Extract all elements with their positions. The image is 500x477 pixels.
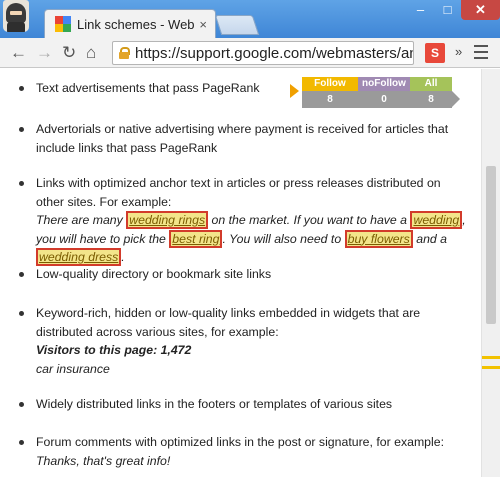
list-item: Low-quality directory or bookmark site l… [19,265,472,284]
keyword-link[interactable]: best ring [169,229,223,248]
list-item-text: Widely distributed links in the footers … [36,397,393,411]
list-item-text: Forum comments with optimized links in t… [36,435,445,449]
vertical-scrollbar[interactable] [481,69,500,477]
maximize-button[interactable]: □ [434,0,461,20]
minimize-button[interactable]: – [407,0,434,20]
scrollbar-thumb[interactable] [486,166,496,324]
visitor-count-text: Visitors to this page: 1,472 [36,343,192,357]
list-item: Links with optimized anchor text in arti… [19,174,472,267]
tab-close-icon[interactable]: × [199,17,207,32]
google-favicon-icon [55,16,71,32]
browser-toolbar: ← → ↻ ⌂ https://support.google.com/webma… [0,38,500,68]
address-bar[interactable]: https://support.google.com/webmasters/an… [112,41,414,65]
forward-arrow-icon[interactable]: → [36,43,53,63]
title-bar: Link schemes - Webmaster × – □ ✕ [0,0,500,38]
extensions-overflow-icon[interactable]: » [455,44,462,59]
extension-icon[interactable]: S [425,43,445,63]
scroll-marker [482,356,500,359]
close-window-button[interactable]: ✕ [461,0,500,20]
link-count-widget[interactable]: Follow 8 noFollow 0 All 8 [290,77,460,108]
user-avatar-icon[interactable] [3,0,29,32]
menu-icon[interactable] [474,45,488,59]
scroll-marker [482,366,500,369]
url-text: https://support.google.com/webmasters/an… [135,44,414,62]
list-item: Keyword-rich, hidden or low-quality link… [19,304,472,378]
home-icon[interactable]: ⌂ [86,43,96,63]
tab-title: Link schemes - Webmaster [77,16,195,32]
browser-tab[interactable]: Link schemes - Webmaster × [44,9,216,38]
all-count: All 8 [410,77,452,108]
example-text: There are many wedding rings on the mark… [36,211,466,266]
list-item-text: Advertorials or native advertising where… [36,122,449,155]
back-arrow-icon[interactable]: ← [10,43,27,63]
keyword-link[interactable]: wedding [410,211,463,229]
list-item: Advertorials or native advertising where… [19,120,472,157]
reload-icon[interactable]: ↻ [62,43,76,63]
keyword-link[interactable]: wedding dress [36,248,122,266]
widget-tail-icon [452,91,460,107]
widget-arrow-icon [290,84,299,98]
example-text: Thanks, that's great info! [36,453,171,468]
keyword-link[interactable]: buy flowers [344,229,413,248]
example-text: car insurance [36,361,110,376]
page-content: Text advertisements that pass PageRank A… [0,69,481,477]
new-tab-button[interactable] [214,15,260,35]
list-item-text: Links with optimized anchor text in arti… [36,176,441,209]
list-item: Widely distributed links in the footers … [19,395,472,414]
list-item: Forum comments with optimized links in t… [19,433,472,470]
keyword-link[interactable]: wedding rings [126,211,209,229]
nofollow-count: noFollow 0 [358,77,410,108]
follow-count: Follow 8 [302,77,358,108]
lock-icon [119,47,130,59]
list-item-text: Low-quality directory or bookmark site l… [36,267,272,281]
list-item-text: Keyword-rich, hidden or low-quality link… [36,306,421,339]
